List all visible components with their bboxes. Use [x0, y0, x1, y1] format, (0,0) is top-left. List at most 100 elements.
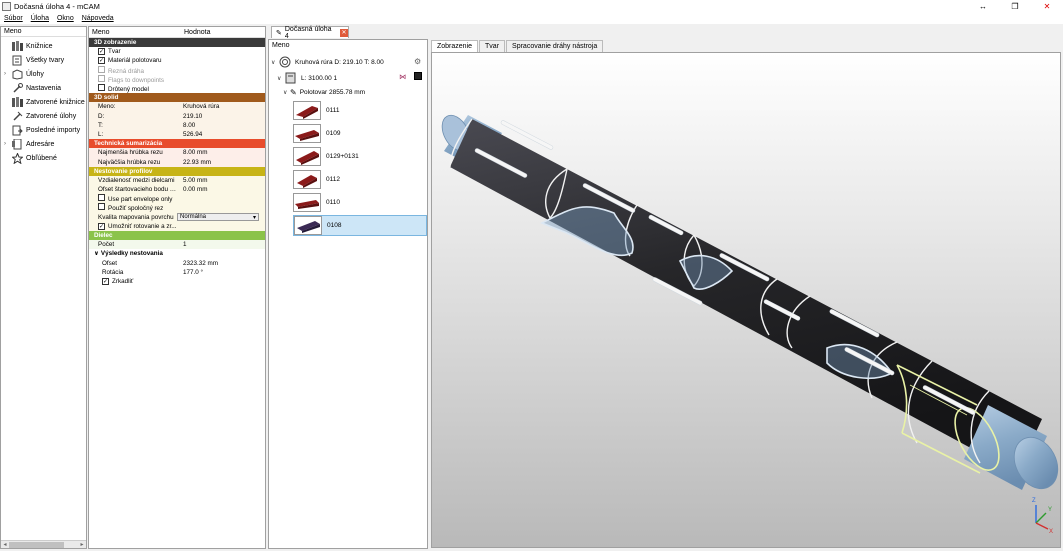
prop-row-ofset-start[interactable]: Ofset štartovacieho bodu v... 0.00 mm — [89, 185, 265, 194]
prop-row: Najväčšia hrúbka rezu 22.93 mm — [98, 158, 211, 166]
maximize-icon[interactable]: ❐ — [999, 0, 1031, 13]
nav-item-oblubene[interactable]: Obľúbené — [1, 151, 86, 165]
chevron-down-icon[interactable]: ∨ — [283, 89, 290, 96]
checkbox-envelope[interactable] — [98, 194, 105, 202]
tab-tvar[interactable]: Tvar — [479, 40, 506, 52]
section-dielec[interactable]: Dielec — [89, 230, 265, 241]
prop-row: D: 219.10 — [98, 112, 203, 120]
tube-render: Z Y X — [441, 114, 1059, 535]
checkbox-rotovanie[interactable]: ✓ — [98, 222, 105, 230]
nav-item-zatvorene-kniznice[interactable]: Zatvorené knižnice — [1, 95, 86, 109]
nav-item-ulohy[interactable]: › Úlohy — [1, 67, 86, 81]
scrollbar-thumb[interactable] — [9, 542, 64, 548]
part-thumbnail — [293, 101, 321, 120]
part-item-0108[interactable]: 0108 — [293, 215, 427, 236]
tube-icon — [278, 56, 292, 68]
bar-stock-icon — [284, 72, 298, 84]
tube-body — [450, 119, 1042, 473]
section-technicka-sumarizacia[interactable]: Technická sumarizácia — [89, 139, 265, 149]
close-window-icon[interactable]: ✕ — [1031, 0, 1063, 13]
checkbox-row-flags: Flags to downpoints — [89, 74, 265, 84]
chevron-down-icon[interactable]: ∨ — [271, 59, 278, 66]
star-icon — [11, 152, 23, 164]
prop-row-rotacia: Rotácia 177.0 ° — [102, 268, 204, 276]
nesting-icon[interactable]: ⋈ — [399, 73, 406, 81]
checkbox-droteny-model[interactable] — [98, 84, 105, 92]
prop-row-ofset: Ofset 2323.32 mm — [102, 259, 219, 267]
expand-arrow-icon[interactable]: › — [4, 141, 11, 147]
restore-size-icon[interactable]: ↔ — [967, 0, 999, 13]
tree-header: Meno — [272, 42, 290, 49]
axis-x-label: X — [1049, 529, 1053, 535]
part-item-0129-0131[interactable]: 0129+0131 — [293, 146, 427, 167]
part-thumbnail — [294, 216, 322, 235]
part-thumbnail — [293, 170, 321, 189]
section-3d-solid[interactable]: 3D solid — [89, 93, 265, 103]
app-icon — [2, 2, 11, 11]
checkbox-row-rotovanie[interactable]: ✓ Umožniť rotovanie a zr... — [89, 222, 265, 231]
chevron-down-icon[interactable]: ∨ — [277, 75, 284, 82]
tree-node-length[interactable]: ∨ L: 3100.00 1 — [277, 72, 337, 84]
checkbox-tvar[interactable]: ✓ — [98, 48, 105, 56]
menu-subor[interactable]: Súbor — [4, 15, 23, 22]
part-item-0109[interactable]: 0109 — [293, 123, 427, 144]
section-nestovanie-profilov[interactable]: Nestovanie profilov — [89, 166, 265, 176]
save-icon[interactable] — [414, 72, 422, 80]
checkbox-spolocny-rez[interactable] — [98, 203, 105, 211]
checkbox-row-zrkadlit[interactable]: ✓ Zrkadliť — [89, 277, 265, 286]
menu-okno[interactable]: Okno — [57, 15, 74, 22]
checkbox-flags — [98, 74, 105, 82]
chevron-down-icon: ▾ — [252, 214, 256, 221]
closed-tasks-icon — [11, 111, 23, 122]
menu-napoveda[interactable]: Nápoveda — [82, 15, 114, 22]
nav-item-nastavenia[interactable]: Nastavenia — [1, 81, 86, 95]
nav-item-adresare[interactable]: › Adresáre — [1, 137, 86, 151]
window-title: Dočasná úloha 4 - mCAM — [14, 2, 100, 11]
tab-zobrazenie[interactable]: Zobrazenie — [431, 40, 479, 52]
kvalita-dropdown[interactable]: Normálna ▾ — [177, 213, 259, 222]
prop-row-kvalita[interactable]: Kvalita mapovania povrchu Normálna ▾ — [89, 213, 265, 222]
scroll-right-icon[interactable]: ▸ — [78, 541, 86, 549]
horizontal-scrollbar[interactable]: ◂ ▸ — [1, 540, 86, 548]
title-bar: Dočasná úloha 4 - mCAM ↔ ❐ ✕ — [0, 0, 1063, 13]
checkbox-material[interactable]: ✓ — [98, 57, 105, 65]
scroll-left-icon[interactable]: ◂ — [1, 541, 9, 549]
tab-docasna-uloha[interactable]: ✎ Dočasná úloha 4 ✕ — [271, 26, 349, 40]
tree-node-root[interactable]: ∨ Kruhová rúra D: 219.10 T: 8.00 — [271, 56, 384, 68]
prop-row-vzdialenost[interactable]: Vzdialenosť medzi dielcami 5.00 mm — [89, 176, 265, 185]
menu-uloha[interactable]: Úloha — [31, 15, 49, 22]
nav-item-vsetky-tvary[interactable]: Všetky tvary — [1, 53, 86, 67]
axis-y-label: Y — [1048, 507, 1052, 513]
part-item-0110[interactable]: 0110 — [293, 192, 427, 213]
nav-item-kniznice[interactable]: Knižnice — [1, 39, 86, 53]
3d-viewport[interactable]: Z Y X — [431, 52, 1061, 548]
tasks-icon — [11, 68, 23, 80]
checkbox-row-spolocny-rez[interactable]: Použiť spoločný rez — [89, 203, 265, 212]
checkbox-row-tvar[interactable]: ✓ Tvar — [89, 47, 265, 56]
checkbox-zrkadlit[interactable]: ✓ — [102, 277, 109, 285]
expand-arrow-icon[interactable]: › — [4, 71, 11, 77]
close-tab-icon[interactable]: ✕ — [340, 28, 348, 37]
tree-node-stock[interactable]: ∨ ✎ Polotovar 2855.78 mm — [283, 88, 365, 97]
part-thumbnail — [293, 124, 321, 143]
nav-item-zatvorene-ulohy[interactable]: Zatvorené úlohy — [1, 109, 86, 123]
tab-spracovanie-drahy[interactable]: Spracovanie dráhy nástroja — [506, 40, 604, 52]
settings-icon — [11, 82, 23, 94]
prop-row: Najmenšia hrúbka rezu 8.00 mm — [98, 149, 208, 157]
checkbox-row-envelope[interactable]: Use part envelope only — [89, 194, 265, 203]
part-item-0112[interactable]: 0112 — [293, 169, 427, 190]
nav-item-posledne-importy[interactable]: Posledné importy — [1, 123, 86, 137]
checkbox-row-droteny-model[interactable]: Drôtený model — [89, 84, 265, 93]
axis-indicator: Z Y X — [1032, 498, 1053, 535]
settings-icon[interactable]: ⚙ — [414, 57, 421, 66]
navigation-panel: Meno Knižnice Všetky tvary › Úlohy Nasta… — [0, 26, 87, 549]
section-3d-zobrazenie[interactable]: 3D zobrazenie — [89, 38, 265, 48]
section-vysledky-nestovania[interactable]: ∨ Výsledky nestovania — [89, 249, 265, 259]
checkbox-rezna-draha — [98, 65, 105, 73]
properties-header: Meno Hodnota — [89, 27, 265, 38]
nav-header: Meno — [1, 27, 86, 37]
checkbox-row-material[interactable]: ✓ Materiál polotovaru — [89, 56, 265, 65]
viewport-tabs: Zobrazenie Tvar Spracovanie dráhy nástro… — [431, 40, 604, 52]
part-item-0111[interactable]: 0111 — [293, 100, 427, 121]
books-icon — [11, 41, 23, 52]
